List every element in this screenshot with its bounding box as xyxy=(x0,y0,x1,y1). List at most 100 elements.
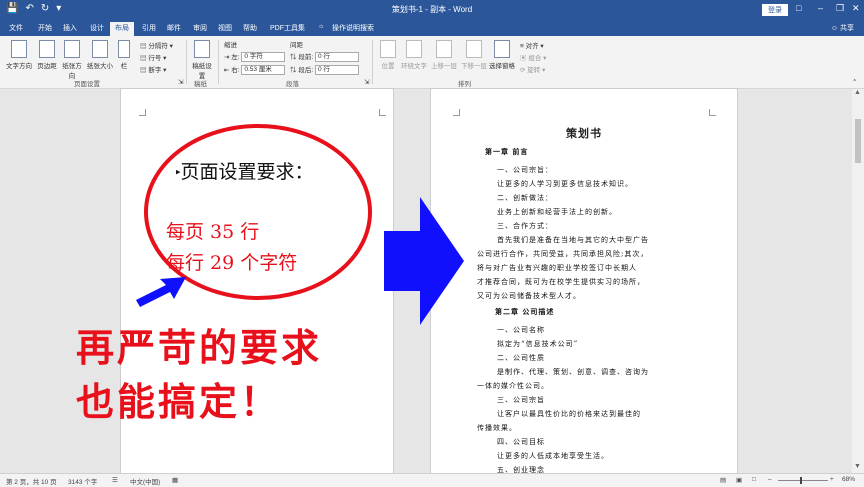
text-direction-button[interactable]: 文字方向 xyxy=(6,40,32,70)
send-backward-icon xyxy=(466,40,482,58)
web-layout-icon[interactable]: □ xyxy=(752,476,756,483)
language-status[interactable]: 中文(中国) xyxy=(130,476,160,486)
wrap-text-label: 环绕文字 xyxy=(401,63,427,70)
align-button[interactable]: ≡ 对齐 ▾ xyxy=(520,40,544,50)
page-setup-group-label: 页面设置 xyxy=(74,81,100,88)
margins-icon xyxy=(39,40,55,58)
send-backward-button[interactable]: 下移一层 xyxy=(460,40,488,70)
proofing-icon[interactable]: ☰ xyxy=(112,476,118,484)
space-before-label: 段前: xyxy=(298,54,314,61)
margins-button[interactable]: 页边距 xyxy=(36,40,58,70)
ribbon-tabs: 文件 开始 插入 设计 布局 引用 邮件 审阅 视图 帮助 PDF工具集 ☼ 操… xyxy=(0,20,864,36)
breaks-button[interactable]: ▤ 分隔符 ▾ xyxy=(140,40,173,50)
size-button[interactable]: 纸张大小 xyxy=(86,40,114,70)
lightbulb-icon: ☼ xyxy=(318,23,325,30)
bring-forward-label: 上移一层 xyxy=(431,63,457,70)
callout-line-2: 也能搞定！ xyxy=(76,380,282,424)
collapse-ribbon-icon[interactable]: ⌃ xyxy=(852,78,857,86)
space-before-input[interactable]: 0 行 xyxy=(314,52,359,63)
draft-paper-button[interactable]: 稿纸设置 xyxy=(190,40,214,80)
group-button[interactable]: ▣ 组合 ▾ xyxy=(520,52,546,62)
group-divider xyxy=(186,40,187,84)
zoom-in-icon[interactable]: + xyxy=(830,476,834,483)
heading-text: 页面设置要求： xyxy=(180,161,314,183)
zoom-thumb[interactable] xyxy=(800,477,802,484)
macro-icon[interactable]: ▦ xyxy=(172,476,178,484)
print-layout-icon[interactable]: ▣ xyxy=(736,476,742,484)
position-button[interactable]: 位置 xyxy=(378,40,398,70)
title-bar: 💾 ↶ ↻ ▾ 策划书-1 - 副本 - Word 登录 □ – ❐ ✕ xyxy=(0,0,864,20)
indent-left-input[interactable]: 0 字符 xyxy=(241,52,286,63)
group-divider xyxy=(372,40,373,84)
group-icon: ▣ xyxy=(520,55,527,62)
group-label: 组合 xyxy=(528,55,542,62)
minimize-icon[interactable]: – xyxy=(818,3,823,13)
zoom-slider[interactable] xyxy=(778,480,828,481)
group-divider xyxy=(218,40,219,84)
space-before: ⇅ 段前: 0 行 xyxy=(290,51,359,63)
restore-icon[interactable]: ❐ xyxy=(836,3,844,14)
ribbon-display-icon[interactable]: □ xyxy=(796,3,801,13)
space-after-label: 段后: xyxy=(298,67,314,74)
big-blue-arrow xyxy=(384,197,464,325)
orientation-button[interactable]: 纸张方向 xyxy=(60,40,84,80)
text-direction-icon xyxy=(11,40,27,58)
share-label: 共享 xyxy=(840,25,854,32)
vertical-scrollbar[interactable]: ▲ ▼ xyxy=(852,89,864,473)
tab-references[interactable]: 引用 xyxy=(142,23,156,33)
tab-layout[interactable]: 布局 xyxy=(110,22,134,36)
text-direction-label: 文字方向 xyxy=(6,63,32,70)
rotate-icon: ⟳ xyxy=(520,67,526,74)
zoom-out-icon[interactable]: – xyxy=(768,476,772,483)
draft-paper-icon xyxy=(194,40,210,58)
page-setup-launcher-icon[interactable]: ⇲ xyxy=(178,78,183,86)
tab-review[interactable]: 审阅 xyxy=(193,23,207,33)
requirement-chars-per-line: 每行 29 个字符 xyxy=(166,252,298,274)
columns-label: 栏 xyxy=(120,63,128,70)
space-after-input[interactable]: 0 行 xyxy=(314,65,359,76)
space-after-icon: ⇅ xyxy=(290,67,297,74)
tab-help[interactable]: 帮助 xyxy=(243,23,257,33)
align-icon: ≡ xyxy=(520,43,524,50)
scroll-down-icon[interactable]: ▼ xyxy=(854,463,861,470)
login-button[interactable]: 登录 xyxy=(762,4,788,16)
bring-forward-button[interactable]: 上移一层 xyxy=(430,40,458,70)
space-before-icon: ⇅ xyxy=(290,54,297,61)
position-label: 位置 xyxy=(381,63,395,70)
tab-design[interactable]: 设计 xyxy=(90,23,104,33)
tab-insert[interactable]: 插入 xyxy=(63,23,77,33)
zoom-level[interactable]: 68% xyxy=(842,476,855,483)
tab-pdf-tools[interactable]: PDF工具集 xyxy=(270,23,305,33)
columns-button[interactable]: 栏 xyxy=(116,40,132,70)
rotate-button[interactable]: ⟳ 旋转 ▾ xyxy=(520,64,545,74)
paragraph-launcher-icon[interactable]: ⇲ xyxy=(364,78,369,86)
indent-right-input[interactable]: 0.53 厘米 xyxy=(241,65,286,76)
columns-icon xyxy=(118,40,130,58)
bring-forward-icon xyxy=(436,40,452,58)
position-icon xyxy=(380,40,396,58)
line-numbers-button[interactable]: ▤ 行号 ▾ xyxy=(140,52,166,62)
selection-pane-icon xyxy=(494,40,510,58)
tab-view[interactable]: 视图 xyxy=(218,23,232,33)
selection-pane-button[interactable]: 选择窗格 xyxy=(488,40,516,70)
callout-line-1: 再严苛的要求 xyxy=(76,326,323,370)
indent-left: ⇥ 左: 0 字符 xyxy=(224,51,286,63)
hyphenation-button[interactable]: ▤ 断字 ▾ xyxy=(140,64,166,74)
scroll-up-icon[interactable]: ▲ xyxy=(854,89,861,96)
scroll-thumb[interactable] xyxy=(855,119,861,163)
tab-file[interactable]: 文件 xyxy=(9,23,23,33)
tell-me-search[interactable]: 操作说明搜索 xyxy=(332,23,374,33)
word-count[interactable]: 3143 个字 xyxy=(68,476,97,486)
indent-right-icon: ⇤ xyxy=(224,67,230,74)
share-button[interactable]: ☺ 共享 xyxy=(831,23,854,33)
tab-home[interactable]: 开始 xyxy=(38,23,52,33)
wrap-text-button[interactable]: 环绕文字 xyxy=(400,40,428,70)
rotate-label: 旋转 xyxy=(527,67,541,74)
line-numbers-label: 行号 xyxy=(148,55,162,62)
wrap-text-icon xyxy=(406,40,422,58)
page-count[interactable]: 第 2 页，共 10 页 xyxy=(6,476,57,486)
indent-left-icon: ⇥ xyxy=(224,54,230,61)
read-mode-icon[interactable]: ▤ xyxy=(720,476,726,484)
close-icon[interactable]: ✕ xyxy=(852,3,860,14)
tab-mailings[interactable]: 邮件 xyxy=(167,23,181,33)
